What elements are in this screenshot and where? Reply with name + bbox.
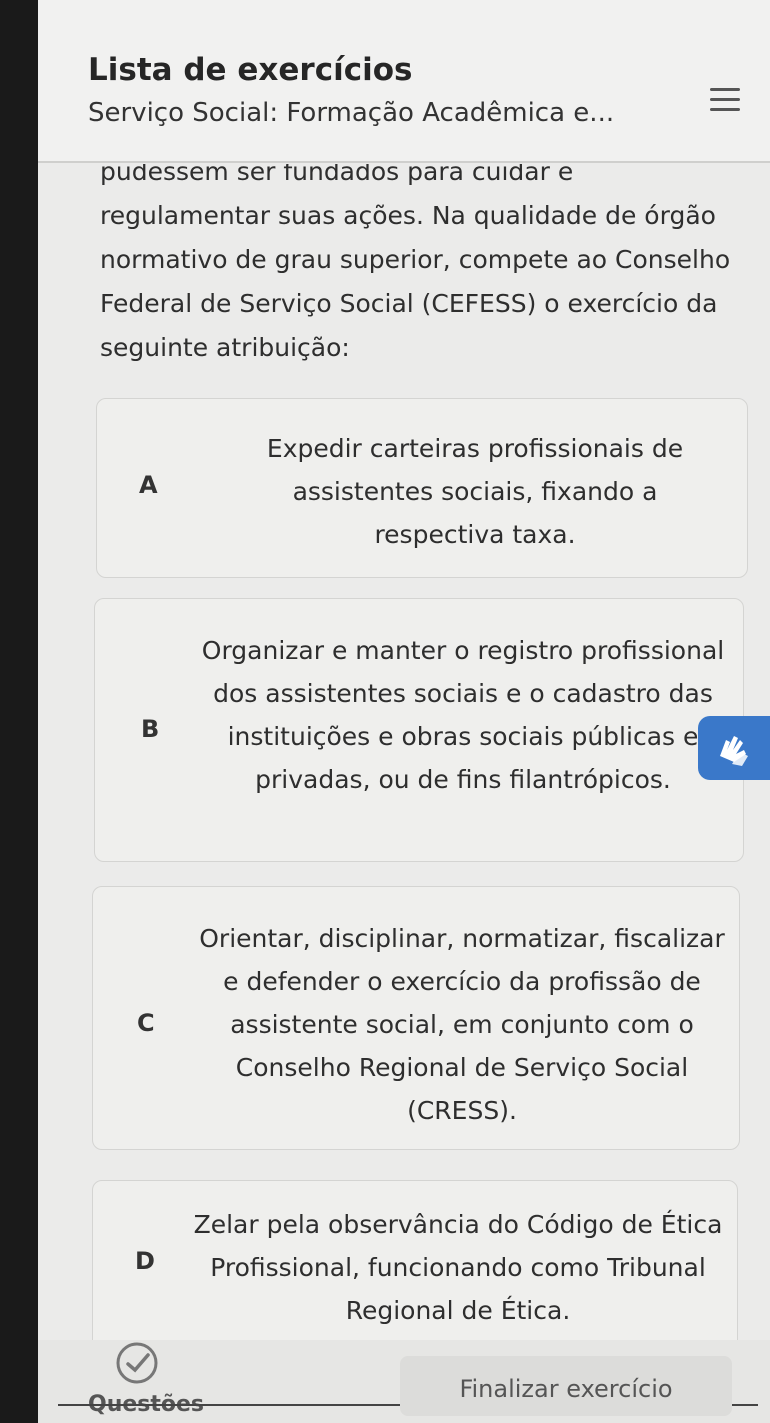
option-text-a: Expedir carteiras profissionais de assis… [266,434,684,549]
app-screen: Lista de exercícios Serviço Social: Form… [38,0,770,1423]
option-text-b: Organizar e manter o registro profission… [201,636,725,794]
option-text-c: Orientar, disciplinar, normatizar, fisca… [199,924,725,1125]
option-c[interactable]: C Orientar, disciplinar, normatizar, fis… [92,886,740,1150]
page-title: Lista de exercícios [88,52,413,88]
option-text-d: Zelar pela observância do Código de Étic… [193,1210,723,1325]
option-letter-b: B [141,715,160,743]
option-letter-c: C [137,1009,155,1037]
sign-language-button[interactable] [698,716,770,780]
sign-language-hands-icon [720,736,748,766]
option-b[interactable]: B Organizar e manter o registro profissi… [94,598,744,862]
option-a[interactable]: A Expedir carteiras profissionais de ass… [96,398,748,578]
course-subtitle: Serviço Social: Formação Acadêmica e... [88,98,615,128]
option-letter-d: D [135,1247,155,1275]
question-text: pudessem ser fundados para cuidar e regu… [100,157,731,362]
option-letter-a: A [139,471,158,499]
finish-exercise-button[interactable]: Finalizar exercício [400,1356,732,1416]
header: Lista de exercícios Serviço Social: Form… [38,0,770,163]
check-circle-icon[interactable] [114,1340,160,1386]
hamburger-menu-icon[interactable] [710,88,740,118]
